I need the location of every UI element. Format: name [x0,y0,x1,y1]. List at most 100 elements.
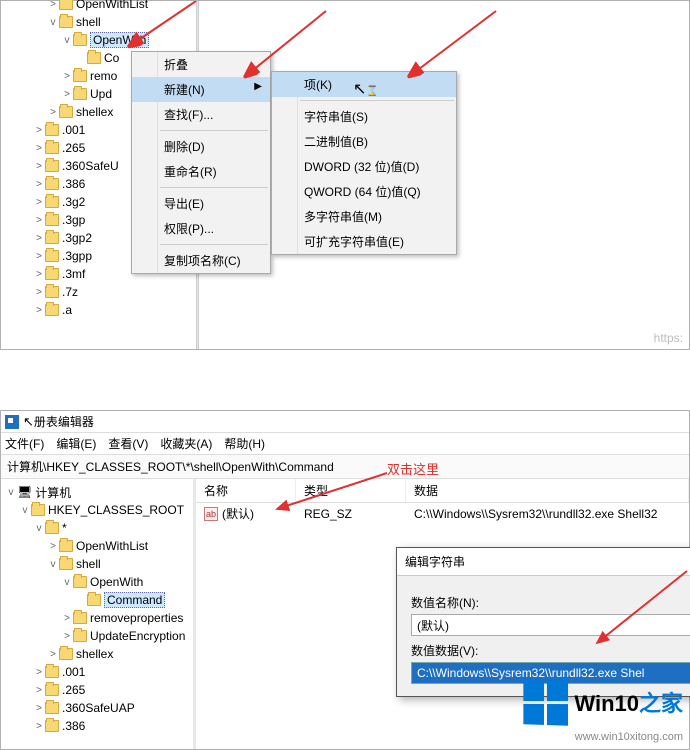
tree-label: remo [90,69,117,83]
tree-item[interactable]: >removeproperties [5,609,193,627]
menu-item[interactable]: 导出(E) [132,191,270,216]
mouse-cursor: ↖ [23,414,34,430]
tree-item[interactable]: > .386 [5,717,193,735]
folder-icon [45,178,59,190]
tree-label: .386 [62,719,85,733]
folder-icon [45,666,59,678]
folder-icon [59,648,73,660]
tree-item[interactable]: v🖥计算机 [5,483,193,501]
windows-icon [524,678,569,725]
expand-icon[interactable]: > [33,143,45,154]
expand-icon[interactable]: > [33,685,45,696]
menu-item[interactable]: 复制项名称(C) [132,248,270,273]
menu-item[interactable]: DWORD (32 位)值(D) [272,154,456,179]
folder-icon [87,594,101,606]
folder-icon [59,16,73,28]
tree-item[interactable]: v* [5,519,193,537]
expand-icon[interactable]: > [33,269,45,280]
computer-icon: 🖥 [17,485,32,499]
tree-item[interactable]: >.265 [5,681,193,699]
tree-item[interactable]: vshell [5,13,196,31]
col-data[interactable]: 数据 [406,479,689,502]
folder-icon [87,52,101,64]
tree-item[interactable]: vOpenWith [5,573,193,591]
expand-icon[interactable]: > [61,613,73,624]
tree-label: .3gp [62,213,85,227]
menu-item[interactable]: 折叠 [132,52,270,77]
expand-icon[interactable]: > [61,71,73,82]
expand-icon[interactable]: > [33,179,45,190]
menu[interactable]: 查看(V) [108,437,148,451]
expand-icon[interactable]: > [47,649,59,660]
tree-label: .001 [62,665,85,679]
expand-icon[interactable]: > [33,305,45,316]
expand-icon[interactable]: v [33,523,45,534]
context-menu[interactable]: 折叠新建(N)▶查找(F)... 删除(D)重命名(R) 导出(E)权限(P)...… [131,51,271,274]
menu-item[interactable]: 可扩充字符串值(E) [272,229,456,254]
folder-icon [73,630,87,642]
menu-item[interactable]: 新建(N)▶ [132,77,270,102]
expand-icon[interactable]: v [5,487,17,498]
menu-item[interactable]: QWORD (64 位)值(Q) [272,179,456,204]
menu-item[interactable]: 二进制值(B) [272,129,456,154]
folder-icon [45,160,59,172]
expand-icon[interactable]: > [33,703,45,714]
expand-icon[interactable]: > [61,631,73,642]
expand-icon[interactable]: > [33,197,45,208]
expand-icon[interactable]: > [61,89,73,100]
menu-item[interactable]: 查找(F)... [132,102,270,127]
expand-icon[interactable]: > [33,251,45,262]
tree-label: HKEY_CLASSES_ROOT [48,503,184,517]
tree-item[interactable]: >UpdateEncryption [5,627,193,645]
dialog-titlebar[interactable]: 编辑字符串 ✕ [397,548,690,576]
expand-icon[interactable]: > [47,541,59,552]
folder-icon [59,558,73,570]
expand-icon[interactable]: > [47,0,59,10]
expand-icon[interactable]: > [33,161,45,172]
menu[interactable]: 帮助(H) [224,437,265,451]
tree-item[interactable]: >OpenWithList [5,537,193,555]
tree-label: 计算机 [35,484,71,501]
tree-item[interactable]: >.7z [5,283,196,301]
menu-item[interactable]: 重命名(R) [132,159,270,184]
tree-item[interactable]: >OpenWithList [5,0,196,13]
registry-tree[interactable]: v🖥计算机vHKEY_CLASSES_ROOTv*>OpenWithListvs… [1,479,196,749]
expand-icon[interactable]: v [47,17,59,28]
expand-icon[interactable]: > [33,215,45,226]
menu[interactable]: 收藏夹(A) [160,437,212,451]
tree-item[interactable]: vOpenWith [5,31,196,49]
tree-item[interactable]: vshell [5,555,193,573]
tree-item[interactable]: >.360SafeUAP [5,699,193,717]
menu-bar[interactable]: 文件(F) 编辑(E) 查看(V) 收藏夹(A) 帮助(H) [1,433,689,455]
https-text: https: [654,331,683,345]
expand-icon[interactable]: > [33,125,45,136]
value-name-input[interactable] [411,614,690,636]
menu-item[interactable]: 多字符串值(M) [272,204,456,229]
tree-item[interactable]: >.a [5,301,196,319]
expand-icon[interactable]: v [19,505,31,516]
expand-icon[interactable]: > [47,107,59,118]
expand-icon[interactable]: > [33,233,45,244]
col-name[interactable]: 名称 [196,479,296,502]
tree-item[interactable]: v HKEY_CLASSES_ROOT [5,501,193,519]
col-type[interactable]: 类型 [296,479,406,502]
menu[interactable]: 编辑(E) [56,437,96,451]
annotation-text: 双击这里 [387,459,439,478]
tree-label: .3mf [62,267,85,281]
expand-icon[interactable]: v [61,35,73,46]
expand-icon[interactable]: > [33,287,45,298]
folder-icon [59,0,73,10]
menu[interactable]: 文件(F) [5,437,44,451]
menu-item[interactable]: 字符串值(S) [272,104,456,129]
value-row[interactable]: ab(默认) REG_SZ C:\\Windows\\Sysrem32\\run… [196,503,689,524]
expand-icon[interactable]: v [61,577,73,588]
expand-icon[interactable]: > [33,667,45,678]
tree-item[interactable]: >shellex [5,645,193,663]
menu-item[interactable]: 权限(P)... [132,216,270,241]
tree-item[interactable]: Command [5,591,193,609]
expand-icon[interactable]: v [47,559,59,570]
address-bar[interactable]: 计算机\HKEY_CLASSES_ROOT\*\shell\OpenWith\C… [1,455,689,479]
tree-item[interactable]: > .001 [5,663,193,681]
expand-icon[interactable]: > [33,721,45,732]
menu-item[interactable]: 删除(D) [132,134,270,159]
